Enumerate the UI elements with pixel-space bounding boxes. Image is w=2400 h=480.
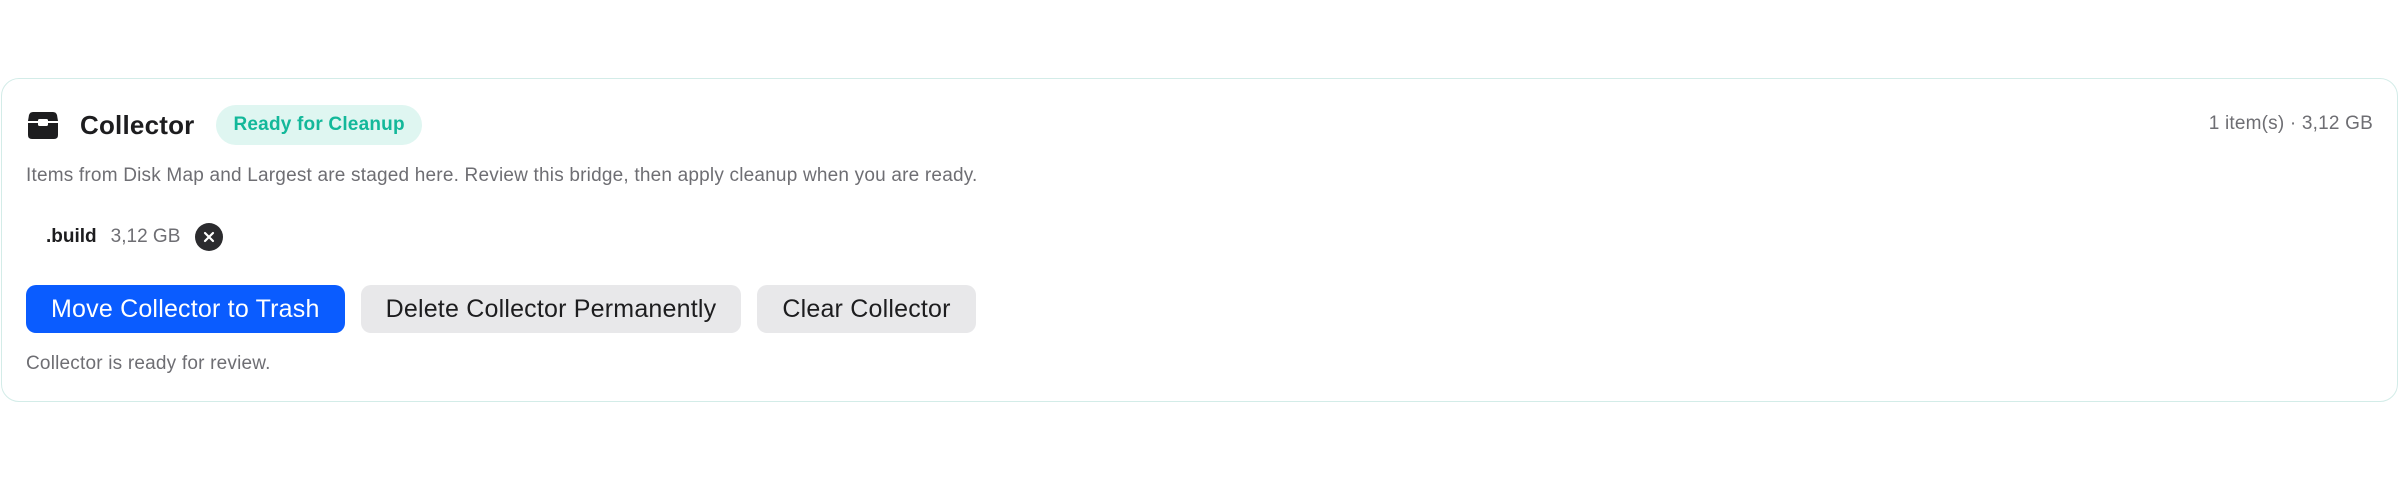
collector-actions: Move Collector to Trash Delete Collector… [26,285,992,333]
collector-header: Collector Ready for Cleanup [26,103,422,147]
clear-collector-button[interactable]: Clear Collector [757,285,976,333]
collector-title: Collector [80,109,195,140]
item-size: 3,12 GB [110,226,181,247]
close-icon [204,231,215,243]
archive-box-icon [26,109,60,141]
status-message: Collector is ready for review. [26,353,271,374]
item-name: .build [46,226,97,247]
move-to-trash-button[interactable]: Move Collector to Trash [26,285,345,333]
status-badge: Ready for Cleanup [216,105,422,145]
collector-description: Items from Disk Map and Largest are stag… [26,165,978,186]
collector-item: .build 3,12 GB [46,219,224,255]
remove-item-button[interactable] [195,223,224,251]
collector-summary: 1 item(s) · 3,12 GB [2208,113,2373,134]
collector-card: Collector Ready for Cleanup 1 item(s) · … [1,78,2398,402]
delete-permanently-button[interactable]: Delete Collector Permanently [360,285,742,333]
